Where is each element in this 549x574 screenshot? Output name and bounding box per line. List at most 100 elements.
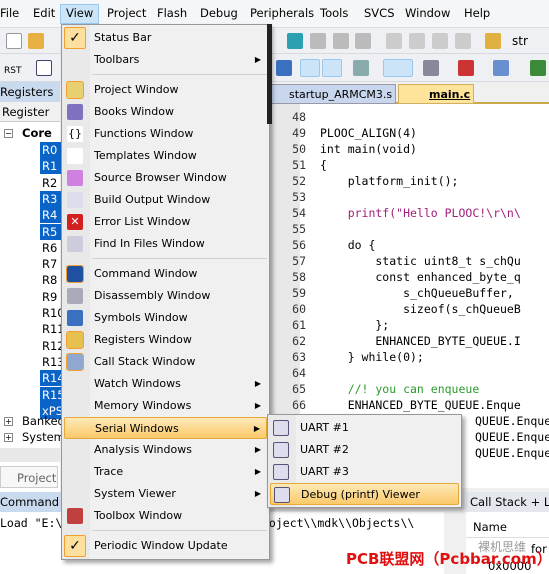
- menu-item-disassembly-window[interactable]: Disassembly Window: [64, 285, 267, 307]
- register-r8[interactable]: R8: [40, 272, 59, 288]
- name-column-header[interactable]: Name: [466, 516, 549, 538]
- register-r9[interactable]: R9: [40, 289, 59, 305]
- reset-button[interactable]: RST: [4, 66, 21, 76]
- analysis-toolbar-icon[interactable]: [458, 60, 474, 76]
- register-r2[interactable]: R2: [40, 175, 59, 191]
- menu-help[interactable]: Help: [464, 6, 490, 20]
- code-line[interactable]: QUEUE.Enque: [475, 446, 549, 460]
- menu-window[interactable]: Window: [405, 6, 450, 20]
- menu-debug[interactable]: Debug: [200, 6, 238, 20]
- bookmark-clear-icon[interactable]: [355, 33, 371, 49]
- code-line[interactable]: } while(0);: [320, 350, 424, 364]
- register-r3[interactable]: R3: [40, 190, 62, 207]
- register-r14[interactable]: R14: [40, 370, 65, 387]
- code-line[interactable]: //! you can enqueue: [320, 382, 480, 396]
- code-line[interactable]: };: [320, 318, 389, 332]
- code-line[interactable]: platform_init();: [320, 174, 459, 188]
- menu-item-memory-windows[interactable]: Memory Windows ▶: [64, 395, 267, 417]
- new-file-icon[interactable]: [6, 33, 22, 49]
- unindent-icon[interactable]: [409, 33, 425, 49]
- menu-item-call-stack-window[interactable]: Call Stack Window: [64, 351, 267, 373]
- tab-startup-armcm3[interactable]: startup_ARMCM3.s: [270, 84, 396, 104]
- menu-item-templates-window[interactable]: Templates Window: [64, 145, 267, 167]
- menu-item-toolbars[interactable]: Toolbars ▶: [64, 49, 267, 71]
- bookmark-next-icon[interactable]: [333, 33, 349, 49]
- system-viewer-toolbar-icon[interactable]: [530, 60, 546, 76]
- menu-item-registers-window[interactable]: Registers Window: [64, 329, 267, 351]
- bookmark-icon[interactable]: [287, 33, 303, 49]
- menu-item-watch-windows[interactable]: Watch Windows ▶: [64, 373, 267, 395]
- trace-toolbar-icon[interactable]: [493, 60, 509, 76]
- menu-svcs[interactable]: SVCS: [364, 6, 395, 20]
- menu-item-trace[interactable]: Trace ▶: [64, 461, 267, 483]
- find-text[interactable]: str: [512, 34, 528, 48]
- code-line[interactable]: int main(void): [320, 142, 417, 156]
- find-icon[interactable]: [485, 33, 501, 49]
- menu-item-error-list-window[interactable]: ✕ Error List Window: [64, 211, 267, 233]
- code-line[interactable]: do {: [320, 238, 376, 252]
- menu-item-build-output-window[interactable]: Build Output Window: [64, 189, 267, 211]
- tab-main-c[interactable]: main.c: [398, 84, 474, 104]
- menu-view[interactable]: View: [60, 4, 100, 24]
- code-line[interactable]: ENHANCED_BYTE_QUEUE.I: [320, 334, 520, 348]
- register-r1[interactable]: R1: [40, 158, 62, 175]
- menu-file[interactable]: File: [0, 6, 19, 20]
- menu-tools[interactable]: Tools: [320, 6, 348, 20]
- callstack-toolbar-icon[interactable]: [322, 59, 342, 77]
- tab-project[interactable]: Project: [0, 466, 58, 488]
- indent-icon[interactable]: [386, 33, 402, 49]
- submenu-item-uart-1[interactable]: UART #1: [270, 417, 459, 439]
- menu-peripherals[interactable]: Peripherals: [250, 6, 314, 20]
- register-r5[interactable]: R5: [40, 223, 62, 240]
- menu-item-system-viewer[interactable]: System Viewer ▶: [64, 483, 267, 505]
- code-line[interactable]: sizeof(s_chQueueB: [320, 302, 521, 316]
- registers-toolbar-icon[interactable]: [300, 59, 320, 77]
- submenu-item-debug-printf-viewer[interactable]: Debug (printf) Viewer: [270, 483, 459, 505]
- uncomment-icon[interactable]: [455, 33, 471, 49]
- symbols-toolbar-icon[interactable]: [276, 60, 292, 76]
- code-line[interactable]: QUEUE.Enque: [475, 414, 549, 428]
- menu-item-source-browser-window[interactable]: Source Browser Window: [64, 167, 267, 189]
- banked-node[interactable]: Banked: [22, 414, 65, 428]
- menu-item-serial-windows[interactable]: Serial Windows ▶: [64, 417, 267, 439]
- code-line[interactable]: static uint8_t s_chQu: [320, 254, 520, 268]
- comment-icon[interactable]: [432, 33, 448, 49]
- memory-toolbar-icon[interactable]: [383, 59, 413, 77]
- watch-toolbar-icon[interactable]: [353, 60, 369, 76]
- menu-item-books-window[interactable]: Books Window: [64, 101, 267, 123]
- expand-system-icon[interactable]: +: [4, 433, 13, 442]
- register-r7[interactable]: R7: [40, 256, 59, 272]
- code-line[interactable]: s_chQueueBuffer,: [320, 286, 514, 300]
- register-r15[interactable]: R15: [40, 386, 65, 403]
- register-r0[interactable]: R0: [40, 142, 62, 158]
- code-line[interactable]: printf("Hello PLOOC!\r\n\: [320, 206, 521, 220]
- code-line[interactable]: PLOOC_ALIGN(4): [320, 126, 417, 140]
- core-node[interactable]: Core: [22, 126, 52, 140]
- bookmark-prev-icon[interactable]: [310, 33, 326, 49]
- register-r6[interactable]: R6: [40, 240, 59, 256]
- menu-item-status-bar[interactable]: ✓ Status Bar: [64, 27, 267, 49]
- code-line[interactable]: ENHANCED_BYTE_QUEUE.Enque: [320, 398, 521, 412]
- submenu-item-uart-3[interactable]: UART #3: [270, 461, 459, 483]
- register-r4[interactable]: R4: [40, 207, 62, 224]
- horizontal-scrollbar[interactable]: [0, 448, 60, 462]
- menu-project[interactable]: Project: [107, 6, 146, 20]
- system-node[interactable]: System: [22, 430, 65, 444]
- step-icon[interactable]: [36, 60, 52, 76]
- menu-item-analysis-windows[interactable]: Analysis Windows ▶: [64, 439, 267, 461]
- menu-item-symbols-window[interactable]: Symbols Window: [64, 307, 267, 329]
- serial-toolbar-icon[interactable]: [423, 60, 439, 76]
- collapse-core-icon[interactable]: −: [4, 129, 13, 138]
- expand-banked-icon[interactable]: +: [4, 417, 13, 426]
- submenu-item-uart-2[interactable]: UART #2: [270, 439, 459, 461]
- menu-item-find-in-files-window[interactable]: Find In Files Window: [64, 233, 267, 255]
- menu-item-periodic-window-update[interactable]: ✓ Periodic Window Update: [64, 535, 267, 557]
- code-line[interactable]: {: [320, 158, 327, 172]
- code-line[interactable]: QUEUE.Enque: [475, 430, 549, 444]
- menu-item-functions-window[interactable]: {} Functions Window: [64, 123, 267, 145]
- menu-item-project-window[interactable]: Project Window: [64, 79, 267, 101]
- open-folder-icon[interactable]: [28, 33, 44, 49]
- menu-edit[interactable]: Edit: [33, 6, 55, 20]
- code-line[interactable]: const enhanced_byte_q: [320, 270, 520, 284]
- menu-item-toolbox-window[interactable]: Toolbox Window: [64, 505, 267, 527]
